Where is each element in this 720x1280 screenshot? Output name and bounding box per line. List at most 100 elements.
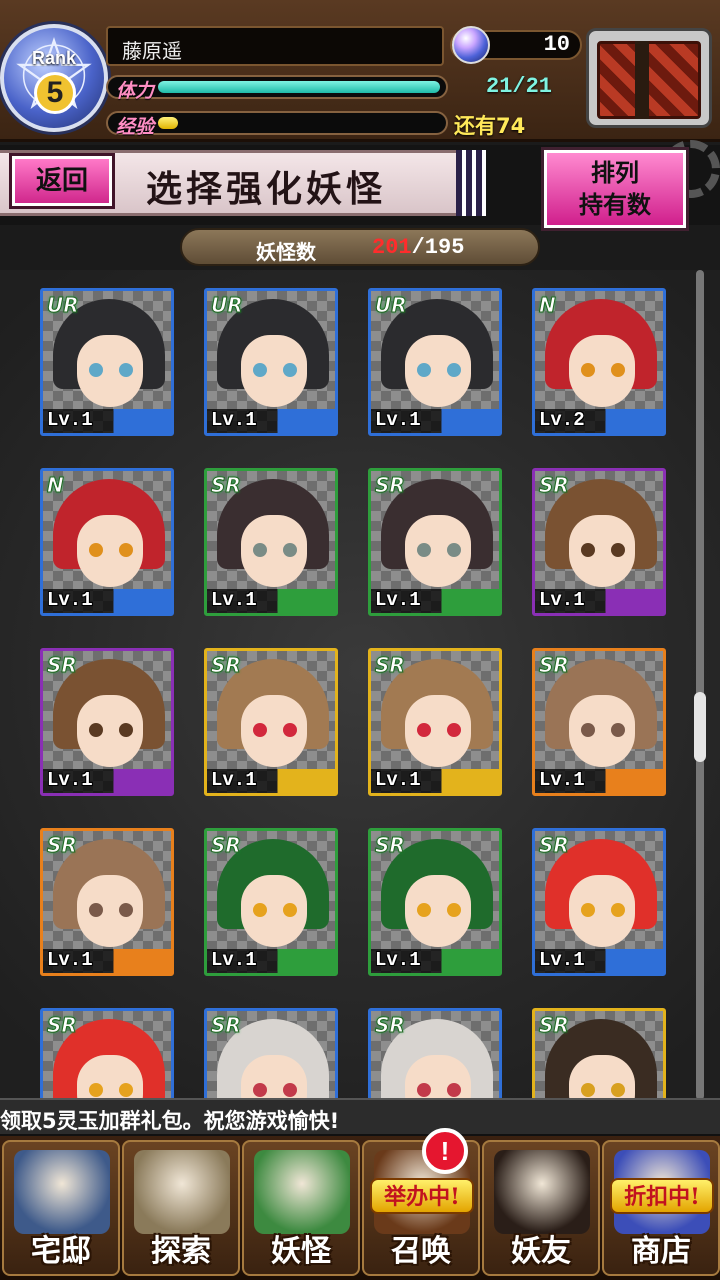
monster-card[interactable]: SR <box>532 1008 666 1100</box>
monster-card[interactable]: SR <box>368 1008 502 1100</box>
level-label: Lv.1 <box>375 589 421 611</box>
portrait-face <box>569 695 635 767</box>
level-label: Lv.1 <box>47 409 93 431</box>
portrait-face <box>77 515 143 587</box>
portrait-face <box>241 695 307 767</box>
magnifier-map-icon <box>134 1150 230 1234</box>
monster-card[interactable]: SR Lv.1 <box>532 828 666 976</box>
nav-button-mansion[interactable]: 宅邸 <box>2 1140 120 1276</box>
portrait-eye <box>89 543 103 557</box>
monster-count-label: 妖怪数 <box>256 240 316 264</box>
gift-box-button[interactable] <box>586 28 712 128</box>
portrait-face <box>569 1055 635 1100</box>
experience-bar: 经验 <box>106 111 448 138</box>
rank-badge[interactable]: Rank 5 <box>0 24 108 132</box>
gift-box-band <box>635 41 649 119</box>
monster-card[interactable]: SR Lv.1 <box>204 648 338 796</box>
stamina-fill <box>158 81 440 93</box>
portrait-face <box>405 875 471 947</box>
monster-card[interactable]: N Lv.2 <box>532 288 666 436</box>
monster-card[interactable]: SR <box>40 1008 174 1100</box>
rarity-badge: SR <box>375 833 406 858</box>
level-label: Lv.1 <box>539 949 585 971</box>
rarity-badge: SR <box>211 833 242 858</box>
title-stripe-decoration <box>456 150 486 216</box>
scrollbar-thumb[interactable] <box>694 692 706 762</box>
monster-card[interactable]: UR Lv.1 <box>204 288 338 436</box>
portrait-eye <box>253 363 267 377</box>
scrollbar-track[interactable] <box>696 270 704 1100</box>
experience-label: 经验 <box>116 116 155 138</box>
nav-label: 召唤 <box>391 1234 451 1269</box>
level-label: Lv.1 <box>211 769 257 791</box>
portrait-face <box>77 1055 143 1100</box>
gift-box-icon <box>597 41 701 119</box>
gem-count: 10 <box>543 32 570 57</box>
monster-card[interactable]: SR <box>204 1008 338 1100</box>
portrait-eye <box>581 723 595 737</box>
portrait-face <box>569 515 635 587</box>
portrait-eye <box>283 363 297 377</box>
sort-button-line2: 持有数 <box>579 190 651 219</box>
portrait-eye <box>119 1083 133 1097</box>
nav-button-scroll[interactable]: 妖怪 <box>242 1140 360 1276</box>
nav-button-crystal-ball[interactable]: 折扣中! 商店 <box>602 1140 720 1276</box>
monster-card[interactable]: SR Lv.1 <box>532 648 666 796</box>
monster-card[interactable]: SR Lv.1 <box>532 468 666 616</box>
scroll-icon <box>254 1150 350 1234</box>
monster-card[interactable]: SR Lv.1 <box>204 828 338 976</box>
monster-card[interactable]: SR Lv.1 <box>204 468 338 616</box>
nav-label: 宅邸 <box>31 1234 91 1269</box>
monster-card[interactable]: SR Lv.1 <box>368 648 502 796</box>
stamina-bar: 体力 <box>106 75 448 102</box>
rarity-badge: SR <box>211 473 242 498</box>
monster-grid[interactable]: UR Lv.1 UR Lv.1 UR Lv.1 N Lv.2 N Lv.1 SR Lv.1 SR Lv.1… <box>0 270 720 1100</box>
monster-card[interactable]: SR Lv.1 <box>40 648 174 796</box>
level-label: Lv.1 <box>375 409 421 431</box>
rarity-badge: SR <box>539 1013 570 1038</box>
monster-card[interactable]: UR Lv.1 <box>40 288 174 436</box>
nav-button-magnifier-map[interactable]: 探索 <box>122 1140 240 1276</box>
portrait-eye <box>581 903 595 917</box>
nav-label: 探索 <box>151 1234 211 1269</box>
back-button[interactable]: 返回 <box>9 153 115 209</box>
rarity-badge: SR <box>375 473 406 498</box>
monster-card[interactable]: UR Lv.1 <box>368 288 502 436</box>
player-name: 藤原遥 <box>122 39 182 63</box>
monster-count-value: 201/195 <box>372 235 464 260</box>
portrait-eye <box>119 903 133 917</box>
portrait-eye <box>417 1083 431 1097</box>
sort-button[interactable]: 排列 持有数 <box>541 147 689 231</box>
portrait-eye <box>611 363 625 377</box>
news-ticker: 领取5灵玉加群礼包。祝您游戏愉快! <box>0 1098 720 1136</box>
monster-card[interactable]: N Lv.1 <box>40 468 174 616</box>
summon-notice-badge: ! <box>422 1128 468 1174</box>
news-ticker-text: 领取5灵玉加群礼包。祝您游戏愉快! <box>0 1109 340 1133</box>
portrait-eye <box>611 543 625 557</box>
bottom-nav: 宅邸 探索 妖怪 举办中! 召唤 妖友 折扣中! 商店 <box>0 1136 720 1280</box>
monster-count-max: /195 <box>411 235 465 260</box>
level-label: Lv.1 <box>539 769 585 791</box>
level-label: Lv.1 <box>375 769 421 791</box>
portrait-face <box>77 875 143 947</box>
monster-card[interactable]: SR Lv.1 <box>40 828 174 976</box>
portrait-eye <box>417 903 431 917</box>
status-header: Rank 5 藤原遥 体力 21/21 经验 还有74 10 <box>0 0 720 142</box>
level-label: Lv.1 <box>211 589 257 611</box>
rarity-badge: N <box>47 473 65 498</box>
nav-label: 妖怪 <box>271 1234 331 1269</box>
portrait-eye <box>417 543 431 557</box>
nav-button-catgirl[interactable]: 妖友 <box>482 1140 600 1276</box>
portrait-eye <box>119 363 133 377</box>
experience-fill <box>158 117 178 129</box>
portrait-eye <box>417 363 431 377</box>
stamina-label: 体力 <box>116 80 155 102</box>
portrait-eye <box>447 903 461 917</box>
monster-card[interactable]: SR Lv.1 <box>368 468 502 616</box>
monster-card[interactable]: SR Lv.1 <box>368 828 502 976</box>
monster-count-current: 201 <box>372 235 412 260</box>
portrait-eye <box>283 903 297 917</box>
portrait-eye <box>447 363 461 377</box>
portrait-face <box>405 1055 471 1100</box>
stamina-value: 21/21 <box>486 74 553 99</box>
